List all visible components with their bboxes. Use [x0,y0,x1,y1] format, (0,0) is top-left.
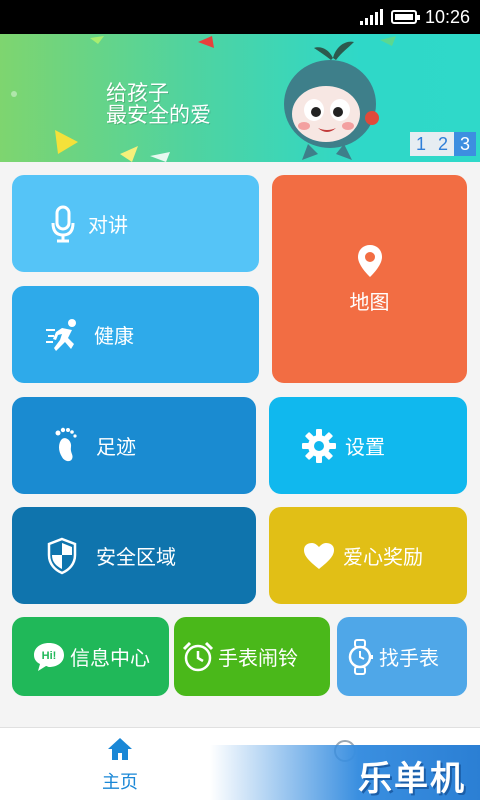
gear-icon [302,428,336,463]
tile-safe-zone-label: 安全区域 [96,545,176,569]
pager-dot-1[interactable]: 1 [410,132,432,156]
home-icon [108,738,132,760]
tile-find-watch-label: 找手表 [379,646,439,670]
tile-footprints[interactable]: 足迹 [12,397,256,494]
tile-map-label: 地图 [349,289,390,314]
banner-slogan-line2: 最安全的爱 [106,103,211,127]
bottom-nav: 主页 乐单机 [0,727,480,800]
watermark-overlay: 乐单机 [210,745,480,800]
tile-find-watch[interactable]: 找手表 [337,617,467,696]
tile-message-center-label: 信息中心 [70,646,150,670]
tile-love-reward-label: 爱心奖励 [343,545,423,569]
status-bar: 10:26 [0,0,480,34]
running-person-icon [46,318,76,351]
watermark-text: 乐单机 [358,759,466,799]
banner-slogan: 给孩子 最安全的爱 [106,82,211,126]
tile-map[interactable]: 地图 [272,175,467,383]
tile-watch-alarm[interactable]: 手表闹铃 [174,617,330,696]
tile-health-label: 健康 [94,324,134,348]
alarm-clock-icon [182,641,214,671]
pager-dot-2[interactable]: 2 [432,132,454,156]
tile-footprints-label: 足迹 [96,435,136,459]
status-clock: 10:26 [424,6,470,27]
promo-banner[interactable]: 给孩子 最安全的爱 1 2 3 [0,34,480,162]
tile-message-center[interactable]: Hi! 信息中心 [12,617,169,696]
heart-icon [304,542,334,569]
hi-chat-bubble-icon: Hi! [34,642,64,671]
tile-watch-alarm-label: 手表闹铃 [218,646,298,670]
signal-icon [359,9,383,25]
tab-home-label: 主页 [102,772,138,793]
mascot-illustration [284,41,379,160]
banner-slogan-line1: 给孩子 [106,81,169,105]
shield-icon [47,537,77,574]
battery-icon [390,10,420,24]
tile-intercom[interactable]: 对讲 [12,175,259,272]
location-pin-icon [357,244,382,277]
tab-home[interactable]: 主页 [80,736,160,794]
tile-health[interactable]: 健康 [12,286,259,383]
wristwatch-icon [348,638,373,675]
svg-text:Hi!: Hi! [42,650,57,662]
microphone-icon [51,205,75,242]
tile-settings-label: 设置 [345,435,385,459]
banner-confetti [11,36,396,162]
tile-settings[interactable]: 设置 [269,397,467,494]
tile-love-reward[interactable]: 爱心奖励 [269,507,467,604]
tile-safe-zone[interactable]: 安全区域 [12,507,256,604]
pager-dot-3[interactable]: 3 [454,132,476,156]
banner-pager: 1 2 3 [410,132,476,156]
tile-intercom-label: 对讲 [88,213,128,237]
footprint-icon [55,427,77,461]
